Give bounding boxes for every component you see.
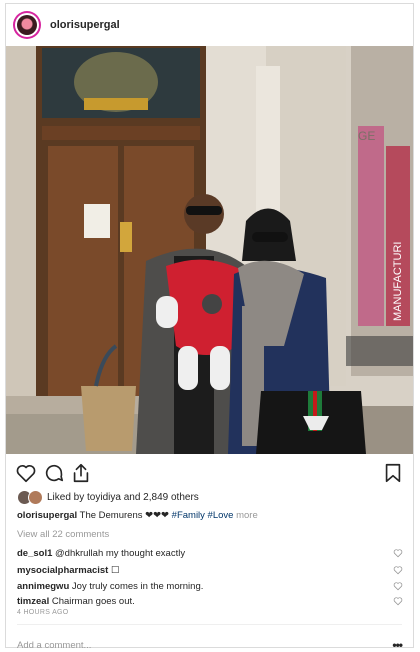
instagram-post-card: olorisupergal MANUFACTURI GE Liked by to… [5,3,414,652]
post-photo[interactable]: MANUFACTURI GE [6,46,413,454]
post-header: olorisupergal [6,4,413,46]
post-timestamp[interactable]: 4 HOURS AGO [17,609,69,616]
comment-username[interactable]: annimegwu [17,581,69,592]
comment-text: Joy truly comes in the morning. [71,581,204,592]
comment-heart-icon[interactable] [393,548,403,558]
post-username[interactable]: olorisupergal [50,19,120,31]
action-bar [6,462,413,486]
comment-username[interactable]: de_sol1 [17,548,52,559]
likes-summary[interactable]: Liked by toyidiya and 2,849 others [17,490,199,505]
comment-row: de_sol1 @dhkrullah my thought exactly [17,548,403,559]
comment-heart-icon[interactable] [393,565,403,575]
comment-divider [17,624,402,625]
post-caption: olorisupergal The Demurens ❤❤❤ #Family #… [17,510,258,521]
bookmark-icon[interactable] [382,462,404,484]
caption-more-link[interactable]: more [236,510,258,521]
comment-row: timzeal Chairman goes out. [17,596,403,607]
sign-text-ge: GE [358,129,375,143]
comment-row: mysocialpharmacist ☐ [17,565,403,576]
comment-icon[interactable] [43,462,65,484]
share-icon[interactable] [70,462,92,484]
sign-text: MANUFACTURI [392,242,404,321]
user-avatar[interactable] [15,13,39,37]
comment-heart-icon[interactable] [393,596,403,606]
caption-hashtags[interactable]: #Family #Love [172,510,234,521]
comment-row: annimegwu Joy truly comes in the morning… [17,581,403,592]
view-all-comments-link[interactable]: View all 22 comments [17,529,109,540]
heart-icon[interactable] [15,462,37,484]
likes-text: Liked by toyidiya and 2,849 others [47,491,199,503]
comment-text: @dhkrullah my thought exactly [55,548,186,559]
comment-heart-icon[interactable] [393,581,403,591]
more-options-button[interactable]: ••• [392,638,403,652]
comment-text: Chairman goes out. [51,596,135,607]
liker-avatar [28,490,43,505]
caption-username[interactable]: olorisupergal [17,510,77,521]
add-comment-input[interactable]: Add a comment... [17,640,91,651]
photo-illustration: MANUFACTURI GE [6,46,413,454]
comment-username[interactable]: mysocialpharmacist [17,565,108,576]
liker-avatars [17,490,43,505]
caption-text: The Demurens ❤❤❤ [79,510,172,521]
comment-text: ☐ [111,565,120,576]
comment-username[interactable]: timzeal [17,596,49,607]
